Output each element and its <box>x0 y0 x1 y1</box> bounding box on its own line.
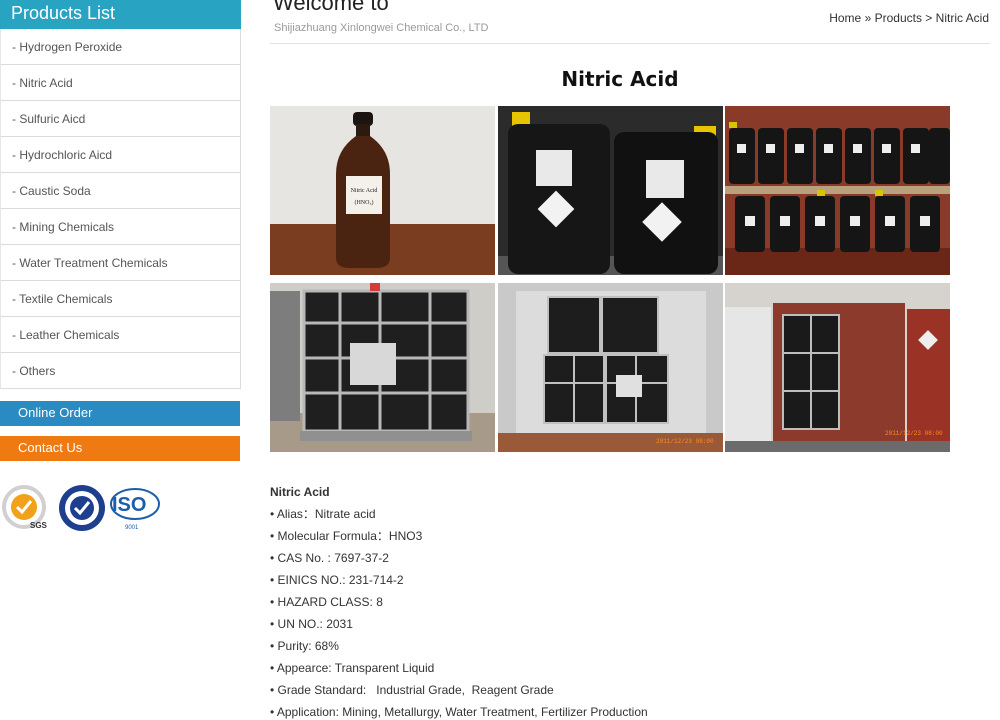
spec-purity: • Purity: 68% <box>270 639 339 653</box>
breadcrumb: Home » Products > Nitric Acid <box>829 11 989 25</box>
spec-molecular-formula: • Molecular Formula：HNO3 <box>270 529 423 543</box>
warehouse-cans-photo[interactable] <box>725 106 950 275</box>
product-photo-grid: Nitric Acid (HNO₃) 2011/12/23 08:00 2011… <box>270 106 950 452</box>
spec-grade-standard: • Grade Standard: Industrial Grade, Reag… <box>270 683 554 697</box>
jerrycans-photo[interactable] <box>498 106 723 275</box>
red-container-photo[interactable]: 2011/12/23 08:00 <box>725 283 950 452</box>
breadcrumb-home[interactable]: Home <box>829 11 861 25</box>
sidebar-item-caustic-soda[interactable]: - Caustic Soda <box>1 173 240 209</box>
sidebar-item-water-treatment-chemicals[interactable]: - Water Treatment Chemicals <box>1 245 240 281</box>
spec-alias: • Alias：Nitrate acid <box>270 507 376 521</box>
spec-application: • Application: Mining, Metallurgy, Water… <box>270 705 648 719</box>
sidebar-item-nitric-acid[interactable]: - Nitric Acid <box>1 65 240 101</box>
spec-title: Nitric Acid <box>270 485 330 499</box>
breadcrumb-current[interactable]: Nitric Acid <box>936 11 989 25</box>
sgs-cert-icon: SGS <box>2 485 48 530</box>
welcome-heading: Welcome to <box>273 0 389 15</box>
bottle-label-formula: (HNO₃) <box>354 199 373 206</box>
container-loading-photo[interactable]: 2011/12/23 08:00 <box>498 283 723 452</box>
sidebar-item-hydrogen-peroxide[interactable]: - Hydrogen Peroxide <box>1 29 240 65</box>
breadcrumb-separator: » <box>864 11 872 25</box>
sgs-label: SGS <box>30 521 48 530</box>
sidebar-item-leather-chemicals[interactable]: - Leather Chemicals <box>1 317 240 353</box>
online-order-button[interactable]: Online Order <box>0 401 240 426</box>
sidebar-item-sulfuric-acid[interactable]: - Sulfuric Aicd <box>1 101 240 137</box>
photo-timestamp: 2011/12/23 08:00 <box>885 430 943 437</box>
nitric-acid-bottle-photo[interactable]: Nitric Acid (HNO₃) <box>270 106 495 275</box>
page-title: Nitric Acid <box>561 67 679 91</box>
company-name: Shijiazhuang Xinlongwei Chemical Co., LT… <box>274 22 489 34</box>
header-divider <box>270 43 990 44</box>
iso-cert-icon: ISO 9001 <box>110 488 160 531</box>
bottle-label-name: Nitric Acid <box>351 188 378 194</box>
iso-sub-label: 9001 <box>125 525 139 531</box>
spec-un-no: • UN NO.: 2031 <box>270 617 353 631</box>
spec-hazard-class: • HAZARD CLASS: 8 <box>270 595 383 609</box>
photo-timestamp: 2011/12/23 08:00 <box>656 438 714 445</box>
products-list-title: Products List <box>0 0 241 29</box>
contact-us-button[interactable]: Contact Us <box>0 436 240 461</box>
sidebar-item-mining-chemicals[interactable]: - Mining Chemicals <box>1 209 240 245</box>
sidebar-item-hydrochloric-acid[interactable]: - Hydrochloric Aicd <box>1 137 240 173</box>
breadcrumb-separator: > <box>925 11 933 25</box>
products-list: - Hydrogen Peroxide - Nitric Acid - Sulf… <box>0 29 241 389</box>
spec-cas-no: • CAS No. : 7697-37-2 <box>270 551 389 565</box>
quality-cert-icon <box>59 485 105 531</box>
sidebar-item-others[interactable]: - Others <box>1 353 240 389</box>
iso-label: ISO <box>112 494 146 516</box>
sidebar: Products List - Hydrogen Peroxide - Nitr… <box>0 0 241 389</box>
spec-einics-no: • EINICS NO.: 231-714-2 <box>270 573 404 587</box>
breadcrumb-products[interactable]: Products <box>875 11 922 25</box>
certification-logos: SGS ISO 9001 <box>2 485 160 531</box>
product-specs: Nitric Acid • Alias：Nitrate acid • Molec… <box>270 485 648 720</box>
ibc-tote-photo[interactable] <box>270 283 495 452</box>
sidebar-item-textile-chemicals[interactable]: - Textile Chemicals <box>1 281 240 317</box>
spec-appearance: • Appearce: Transparent Liquid <box>270 661 435 675</box>
